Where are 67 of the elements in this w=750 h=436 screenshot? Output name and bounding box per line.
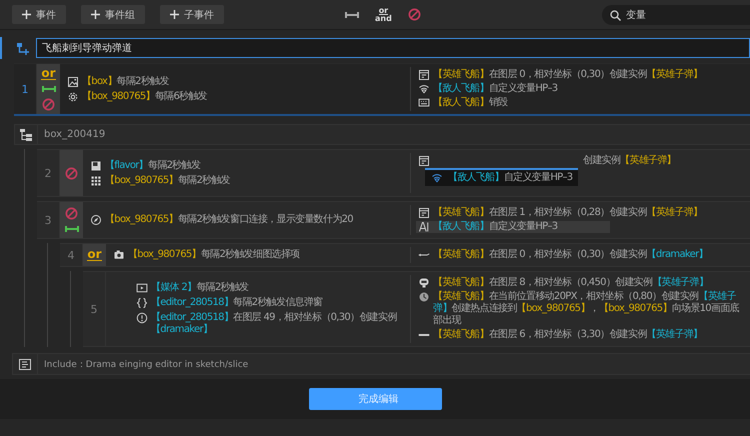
image-icon (67, 76, 79, 88)
include-text: Include：Drama einging editor in sketch/slice (43, 358, 248, 370)
plus-icon (22, 10, 31, 19)
grid-icon (90, 174, 102, 186)
event-row[interactable]: 1 or 【box】每隔2秒触发 【box_980765】每隔6秒触发 【英雄飞船】在图层 0，相对坐标（0,30）创建实例【英雄子弹】 【敌人飞船】自定义变量HP–3 【敌人飞船】销毁 (14, 63, 750, 116)
or-and-toggle[interactable]: or and (375, 7, 392, 22)
wifi-icon (418, 83, 430, 95)
disable-tool-icon[interactable] (408, 8, 421, 21)
condition-text: 【box_980765】每隔2秒触发细图选择项 (128, 249, 300, 261)
condition-text: 【box】每隔2秒触发 (82, 76, 169, 88)
or-label[interactable]: or (41, 68, 56, 80)
action-row[interactable]: 【敌人飞船】自定义变量HP–3 (416, 221, 610, 233)
event-row[interactable]: 2 【flavor】每隔2秒触发 【box_980765】每隔2秒触发 创建实例【英雄子弹】 【敌人飞船】自定义变量HP–3 (37, 149, 750, 197)
action-text: 【英雄飞船】在图层 0，相对坐标（0,30）创建实例【dramaker】 (433, 249, 708, 261)
link-icon[interactable] (42, 84, 56, 94)
robot-icon (418, 277, 430, 289)
condition-text: 【box_980765】每隔2秒触发窗口连接，显示变量数什为20 (105, 214, 353, 226)
event-name-field[interactable]: 飞船刺到导弹动弹道 (36, 38, 750, 58)
add-button[interactable]: 子事件 (160, 5, 224, 24)
keyboard-icon (418, 97, 430, 109)
group-title: box_200419 (43, 129, 106, 140)
plus-icon (170, 10, 179, 19)
condition-text: 【flavor】每隔2秒触发 (105, 160, 200, 172)
add-button[interactable]: 事件组 (81, 5, 145, 24)
condition-text: 【媒体 2】每隔2秒触发 (151, 282, 249, 294)
condition-text: 【box_980765】每隔6秒触发 (82, 90, 208, 102)
compass-icon (90, 214, 102, 226)
video-icon (136, 282, 148, 294)
event-icon (16, 41, 30, 55)
include-icon (19, 358, 31, 370)
link-tool-icon[interactable] (345, 10, 359, 20)
action-text: 【英雄飞船】在图层 0，相对坐标（0,30）创建实例【英雄子弹】 (433, 69, 702, 81)
dragged-action-tooltip[interactable]: 【敌人飞船】自定义变量HP–3 (425, 168, 578, 186)
alert-icon (136, 312, 148, 324)
action-text: 【英雄飞船】在图层 1，相对坐标（0,28）创建实例【英雄子弹】 (433, 207, 702, 219)
braces-icon (136, 297, 148, 309)
event-row[interactable]: 4 or 【box_980765】每隔2秒触发细图选择项 【英雄飞船】在图层 0，相对坐标（0,30）创建实例【dramaker】 (60, 243, 750, 267)
floppy-icon (90, 160, 102, 172)
action-text: 创建实例【英雄子弹】 (583, 155, 676, 167)
action-text: 【敌人飞船】自定义变量HP–3 (448, 172, 572, 184)
action-text: 【敌人飞船】自定义变量HP–3 (433, 221, 558, 233)
action-text: 【英雄飞船】在当前位置移动20PX，相对坐标（0,80）创建实例【英雄子弹】创建热点连接到【box_980765】，【box_980765】向场景10画面底部出现 (433, 291, 740, 327)
gear-icon (67, 90, 79, 102)
action-text: 【敌人飞船】自定义变量HP–3 (433, 83, 558, 95)
wifi-icon (431, 172, 443, 184)
font-icon (418, 221, 430, 233)
tree-icon (20, 128, 32, 140)
action-text: 【英雄飞船】在图层 6，相对坐标（3,30）创建实例【英雄子弹】 (433, 329, 702, 341)
search-field[interactable]: 变量 (602, 4, 750, 24)
condition-text: 【editor_280518】每隔2秒触发信息弹窗 (151, 297, 322, 309)
event-number: 5 (83, 272, 106, 346)
add-button[interactable]: 事件 (12, 5, 66, 24)
condition-text: 【box_980765】每隔2秒触发 (105, 174, 230, 186)
camera-icon (113, 249, 125, 261)
event-row[interactable] (83, 271, 750, 347)
layout-icon (418, 69, 430, 81)
clock-icon (418, 291, 430, 303)
action-text: 【敌人飞船】销毁 (433, 97, 508, 109)
event-row[interactable]: 3 【box_980765】每隔2秒触发窗口连接，显示变量数什为20 【英雄飞船】在图层 1，相对坐标（0,28）创建实例【英雄子弹】 【敌人飞船】自定义变量HP–3 (37, 201, 750, 239)
layout-icon (418, 207, 430, 219)
layout-icon (418, 155, 430, 167)
action-text: 【英雄飞船】在图层 8，相对坐标（0,450）创建实例【英雄子弹】 (433, 277, 708, 289)
link-icon[interactable] (64, 224, 78, 234)
event-group-header[interactable]: box_200419 (14, 124, 750, 145)
plus-icon (91, 10, 100, 19)
condition-text: 【editor_280518】在图层 49，相对坐标（0,30）创建实例 【dramaker】 (151, 312, 398, 336)
search-icon (610, 10, 621, 20)
